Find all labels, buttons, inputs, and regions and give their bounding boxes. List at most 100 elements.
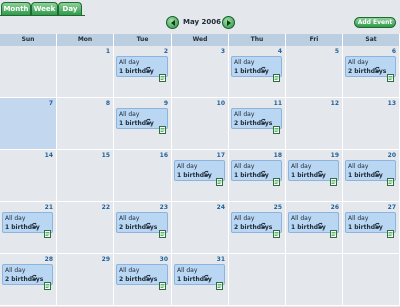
day-number[interactable]: 4 [278, 48, 282, 55]
day-cell[interactable]: 26 All day 1 birthday [286, 202, 343, 254]
day-cell[interactable]: 1 [57, 46, 114, 98]
day-cell[interactable]: 30 All day 2 birthdays [114, 254, 172, 306]
day-cell[interactable]: 23 All day 2 birthdays [114, 202, 172, 254]
birthday-count-link[interactable]: 1 birthday [234, 172, 269, 179]
birthday-count-link[interactable]: 1 birthday [291, 172, 326, 179]
day-cell[interactable]: 8 [57, 98, 114, 150]
event-block[interactable]: All day 1 birthday [345, 160, 396, 186]
day-cell[interactable]: 9 All day 1 birthday [114, 98, 172, 150]
birthday-count-link[interactable]: 1 birthday [177, 276, 212, 283]
day-number[interactable]: 30 [160, 256, 168, 263]
event-block[interactable]: All day 2 birthdays [345, 56, 396, 82]
event-block[interactable]: All day 1 birthday [174, 160, 225, 186]
day-number[interactable]: 15 [102, 152, 110, 159]
day-number[interactable]: 24 [217, 204, 225, 211]
event-block[interactable]: All day 1 birthday [231, 160, 282, 186]
birthday-count-link[interactable]: 1 birthday [5, 224, 40, 231]
day-number[interactable]: 9 [164, 100, 168, 107]
birthday-count-link[interactable]: 1 birthday [234, 68, 269, 75]
day-number[interactable]: 2 [164, 48, 168, 55]
day-cell[interactable]: 31 All day 1 birthday [172, 254, 229, 306]
note-icon[interactable] [387, 67, 394, 82]
prev-month-button[interactable] [166, 16, 179, 29]
note-icon[interactable] [44, 223, 51, 238]
birthday-count-link[interactable]: 1 birthday [348, 172, 383, 179]
day-cell[interactable]: 20 All day 1 birthday [343, 150, 400, 202]
day-number[interactable]: 1 [106, 48, 110, 55]
day-cell[interactable]: 18 All day 1 birthday [229, 150, 286, 202]
birthday-count-link[interactable]: 1 birthday [119, 120, 154, 127]
note-icon[interactable] [387, 223, 394, 238]
day-cell[interactable]: 6 All day 2 birthdays [343, 46, 400, 98]
event-block[interactable]: All day 1 birthday [116, 56, 168, 82]
birthday-count-link[interactable]: 1 birthday [291, 224, 326, 231]
event-block[interactable]: All day 2 birthdays [231, 212, 282, 238]
birthday-count-link[interactable]: 2 birthdays [234, 224, 272, 231]
tab-day[interactable]: Day [58, 2, 82, 15]
day-number[interactable]: 21 [45, 204, 53, 211]
note-icon[interactable] [216, 275, 223, 290]
day-cell[interactable]: 5 [286, 46, 343, 98]
day-cell[interactable]: 2 All day 1 birthday [114, 46, 172, 98]
day-number[interactable]: 18 [274, 152, 282, 159]
day-number[interactable]: 7 [49, 100, 53, 107]
note-icon[interactable] [330, 171, 337, 186]
note-icon[interactable] [159, 223, 166, 238]
day-number[interactable]: 14 [45, 152, 53, 159]
day-cell[interactable]: 12 [286, 98, 343, 150]
day-number[interactable]: 31 [217, 256, 225, 263]
day-cell[interactable]: 14 [0, 150, 57, 202]
day-number[interactable]: 13 [388, 100, 396, 107]
note-icon[interactable] [330, 223, 337, 238]
day-number[interactable]: 29 [102, 256, 110, 263]
day-cell[interactable]: 19 All day 1 birthday [286, 150, 343, 202]
birthday-count-link[interactable]: 2 birthdays [119, 276, 157, 283]
day-number[interactable]: 11 [274, 100, 282, 107]
day-number[interactable]: 6 [392, 48, 396, 55]
note-icon[interactable] [273, 171, 280, 186]
event-block[interactable]: All day 2 birthdays [2, 264, 53, 290]
note-icon[interactable] [159, 275, 166, 290]
day-number[interactable]: 10 [217, 100, 225, 107]
day-number[interactable]: 8 [106, 100, 110, 107]
day-cell[interactable]: 11 All day 2 birthdays [229, 98, 286, 150]
note-icon[interactable] [159, 119, 166, 134]
day-cell[interactable]: 27 All day 1 birthday [343, 202, 400, 254]
day-cell[interactable]: 28 All day 2 birthdays [0, 254, 57, 306]
day-number[interactable]: 3 [221, 48, 225, 55]
event-block[interactable]: All day 1 birthday [288, 160, 339, 186]
event-block[interactable]: All day 2 birthdays [116, 264, 168, 290]
note-icon[interactable] [216, 171, 223, 186]
note-icon[interactable] [387, 171, 394, 186]
day-number[interactable]: 12 [331, 100, 339, 107]
birthday-count-link[interactable]: 2 birthdays [234, 120, 272, 127]
tab-week[interactable]: Week [31, 2, 58, 15]
day-cell[interactable]: 13 [343, 98, 400, 150]
event-block[interactable]: All day 1 birthday [231, 56, 282, 82]
next-month-button[interactable] [222, 16, 235, 29]
event-block[interactable]: All day 1 birthday [116, 108, 168, 134]
event-block[interactable]: All day 2 birthdays [116, 212, 168, 238]
day-cell[interactable]: 25 All day 2 birthdays [229, 202, 286, 254]
day-cell[interactable]: 22 [57, 202, 114, 254]
day-number[interactable]: 23 [160, 204, 168, 211]
day-number[interactable]: 17 [217, 152, 225, 159]
day-cell[interactable]: 15 [57, 150, 114, 202]
day-number[interactable]: 19 [331, 152, 339, 159]
day-number[interactable]: 26 [331, 204, 339, 211]
birthday-count-link[interactable]: 2 birthdays [5, 276, 43, 283]
birthday-count-link[interactable]: 2 birthdays [119, 224, 157, 231]
event-block[interactable]: All day 1 birthday [2, 212, 53, 238]
day-cell[interactable]: 16 [114, 150, 172, 202]
event-block[interactable]: All day 1 birthday [288, 212, 339, 238]
birthday-count-link[interactable]: 1 birthday [177, 172, 212, 179]
birthday-count-link[interactable]: 1 birthday [348, 224, 383, 231]
day-number[interactable]: 28 [45, 256, 53, 263]
day-cell[interactable]: 21 All day 1 birthday [0, 202, 57, 254]
note-icon[interactable] [159, 67, 166, 82]
day-number[interactable]: 16 [160, 152, 168, 159]
birthday-count-link[interactable]: 1 birthday [119, 68, 154, 75]
note-icon[interactable] [273, 223, 280, 238]
day-cell[interactable]: 29 [57, 254, 114, 306]
day-number[interactable]: 27 [388, 204, 396, 211]
